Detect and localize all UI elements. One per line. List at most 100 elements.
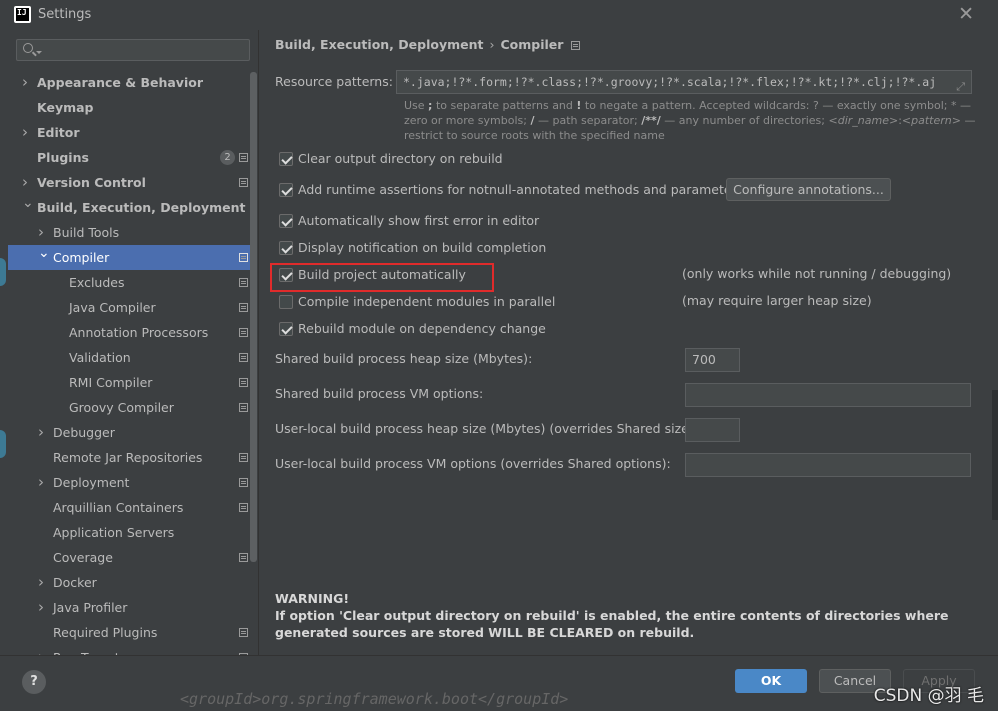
sidebar-item-rmi-compiler[interactable]: RMI Compiler bbox=[8, 370, 250, 395]
sidebar-scrollbar[interactable] bbox=[250, 72, 257, 562]
expand-icon[interactable]: ⤢ bbox=[956, 76, 965, 93]
sidebar-item-keymap[interactable]: Keymap bbox=[8, 95, 250, 120]
show-first-error-checkbox[interactable] bbox=[279, 214, 293, 228]
sidebar-item-label: RMI Compiler bbox=[69, 375, 153, 390]
compile-parallel-hint: (may require larger heap size) bbox=[682, 293, 872, 308]
sidebar-item-label: Application Servers bbox=[53, 525, 175, 540]
runtime-assertions-label: Add runtime assertions for notnull-annot… bbox=[298, 182, 744, 197]
sidebar-item-version-control[interactable]: › Version Control bbox=[8, 170, 250, 195]
user-vm-input[interactable] bbox=[685, 453, 971, 477]
chevron-right-icon[interactable]: › bbox=[22, 70, 32, 95]
sidebar-item-compiler[interactable]: ⌄ Compiler bbox=[8, 245, 250, 270]
background-editor-scroll bbox=[992, 390, 998, 520]
background-editor-code: <groupId>org.springframework.boot</group… bbox=[180, 690, 569, 708]
sidebar-item-appearance-behavior[interactable]: › Appearance & Behavior bbox=[8, 70, 250, 95]
display-notification-checkbox[interactable] bbox=[279, 241, 293, 255]
sidebar-item-editor[interactable]: › Editor bbox=[8, 120, 250, 145]
shared-heap-input[interactable]: 700 bbox=[685, 348, 740, 372]
sidebar-item-build-execution-deployment[interactable]: ⌄ Build, Execution, Deployment bbox=[8, 195, 250, 220]
sidebar-item-label: Java Compiler bbox=[69, 300, 156, 315]
show-first-error-label: Automatically show first error in editor bbox=[298, 213, 540, 228]
rebuild-module-checkbox[interactable] bbox=[279, 322, 293, 336]
project-scope-icon bbox=[239, 328, 248, 337]
ok-button[interactable]: OK bbox=[735, 669, 807, 693]
warning-title: WARNING! bbox=[275, 591, 350, 606]
sidebar-item-java-profiler[interactable]: › Java Profiler bbox=[8, 595, 250, 620]
search-options-icon[interactable] bbox=[36, 51, 42, 54]
sidebar-item-coverage[interactable]: Coverage bbox=[8, 545, 250, 570]
sidebar-item-required-plugins[interactable]: Required Plugins bbox=[8, 620, 250, 645]
chevron-down-icon[interactable]: ⌄ bbox=[22, 191, 34, 216]
sidebar-item-plugins[interactable]: Plugins 2 bbox=[8, 145, 250, 170]
chevron-right-icon[interactable]: › bbox=[38, 470, 48, 495]
compile-parallel-checkbox[interactable] bbox=[279, 295, 293, 309]
compiler-settings-panel: Build, Execution, Deployment › Compiler Re… bbox=[259, 30, 998, 655]
project-scope-icon bbox=[239, 403, 248, 412]
resource-patterns-value: *.java;!?*.form;!?*.class;!?*.groovy;!?*… bbox=[403, 75, 937, 89]
project-scope-icon bbox=[239, 503, 248, 512]
sidebar-item-label: Run Targets bbox=[53, 645, 126, 655]
sidebar-item-run-targets[interactable]: › Run Targets bbox=[8, 645, 250, 655]
update-count-badge: 2 bbox=[220, 150, 235, 165]
project-scope-icon bbox=[239, 303, 248, 312]
sidebar-item-label: Build, Execution, Deployment bbox=[37, 200, 246, 215]
sidebar-item-label: Debugger bbox=[53, 425, 115, 440]
sidebar-item-label: Compiler bbox=[53, 250, 110, 265]
help-button[interactable]: ? bbox=[22, 670, 46, 694]
chevron-right-icon[interactable]: › bbox=[38, 645, 48, 655]
settings-sidebar: › Appearance & Behavior Keymap › Editor Plugi… bbox=[8, 30, 258, 655]
resource-patterns-input[interactable]: *.java;!?*.form;!?*.class;!?*.groovy;!?*… bbox=[396, 70, 972, 94]
sidebar-item-excludes[interactable]: Excludes bbox=[8, 270, 250, 295]
sidebar-item-arquillian-containers[interactable]: Arquillian Containers bbox=[8, 495, 250, 520]
project-scope-icon bbox=[239, 378, 248, 387]
sidebar-item-remote-jar-repositories[interactable]: Remote Jar Repositories bbox=[8, 445, 250, 470]
search-icon bbox=[23, 43, 33, 53]
highlight-annotation-box bbox=[270, 263, 494, 292]
sidebar-item-label: Remote Jar Repositories bbox=[53, 450, 203, 465]
sidebar-item-annotation-processors[interactable]: Annotation Processors bbox=[8, 320, 250, 345]
sidebar-item-label: Validation bbox=[69, 350, 131, 365]
configure-annotations-button[interactable]: Configure annotations... bbox=[726, 178, 891, 201]
sidebar-item-deployment[interactable]: › Deployment bbox=[8, 470, 250, 495]
project-scope-icon bbox=[239, 253, 248, 262]
sidebar-item-application-servers[interactable]: Application Servers bbox=[8, 520, 250, 545]
resource-patterns-help: Use ; to separate patterns and ! to nega… bbox=[404, 99, 976, 142]
clear-output-checkbox[interactable] bbox=[279, 152, 293, 166]
chevron-right-icon[interactable]: › bbox=[38, 570, 48, 595]
user-heap-input[interactable] bbox=[685, 418, 740, 442]
rebuild-module-label: Rebuild module on dependency change bbox=[298, 321, 546, 336]
settings-search-input[interactable] bbox=[16, 39, 250, 61]
settings-dialog: IJ Settings ✕ › Appearance & Behavior Keym… bbox=[0, 0, 998, 711]
user-heap-label: User-local build process heap size (Mbyt… bbox=[275, 421, 698, 436]
sidebar-item-validation[interactable]: Validation bbox=[8, 345, 250, 370]
title-bar: IJ Settings ✕ bbox=[0, 0, 998, 30]
sidebar-item-label: Appearance & Behavior bbox=[37, 75, 203, 90]
chevron-down-icon[interactable]: ⌄ bbox=[38, 241, 50, 266]
user-vm-label: User-local build process VM options (ove… bbox=[275, 456, 671, 471]
breadcrumb-current: Compiler bbox=[500, 37, 564, 52]
shared-vm-input[interactable] bbox=[685, 383, 971, 407]
warning-text: If option 'Clear output directory on reb… bbox=[275, 608, 949, 640]
sidebar-item-java-compiler[interactable]: Java Compiler bbox=[8, 295, 250, 320]
close-icon[interactable]: ✕ bbox=[958, 3, 974, 25]
breadcrumb-parent[interactable]: Build, Execution, Deployment bbox=[275, 37, 483, 52]
display-notification-label: Display notification on build completion bbox=[298, 240, 547, 255]
sidebar-item-debugger[interactable]: › Debugger bbox=[8, 420, 250, 445]
chevron-right-icon[interactable]: › bbox=[38, 420, 48, 445]
chevron-right-icon[interactable]: › bbox=[38, 595, 48, 620]
sidebar-item-docker[interactable]: › Docker bbox=[8, 570, 250, 595]
sidebar-item-groovy-compiler[interactable]: Groovy Compiler bbox=[8, 395, 250, 420]
build-automatically-hint: (only works while not running / debuggin… bbox=[682, 266, 952, 281]
runtime-assertions-checkbox[interactable] bbox=[279, 183, 293, 197]
sidebar-item-label: Annotation Processors bbox=[69, 325, 209, 340]
window-title: Settings bbox=[38, 7, 92, 22]
background-gutter-marker bbox=[0, 258, 6, 286]
intellij-app-icon: IJ bbox=[14, 6, 31, 23]
project-scope-icon bbox=[239, 153, 248, 162]
chevron-right-icon[interactable]: › bbox=[22, 120, 32, 145]
project-scope-icon bbox=[571, 41, 581, 50]
sidebar-item-label: Version Control bbox=[37, 175, 146, 190]
project-scope-icon bbox=[239, 353, 248, 362]
sidebar-item-label: Docker bbox=[53, 575, 97, 590]
sidebar-item-label: Coverage bbox=[53, 550, 113, 565]
